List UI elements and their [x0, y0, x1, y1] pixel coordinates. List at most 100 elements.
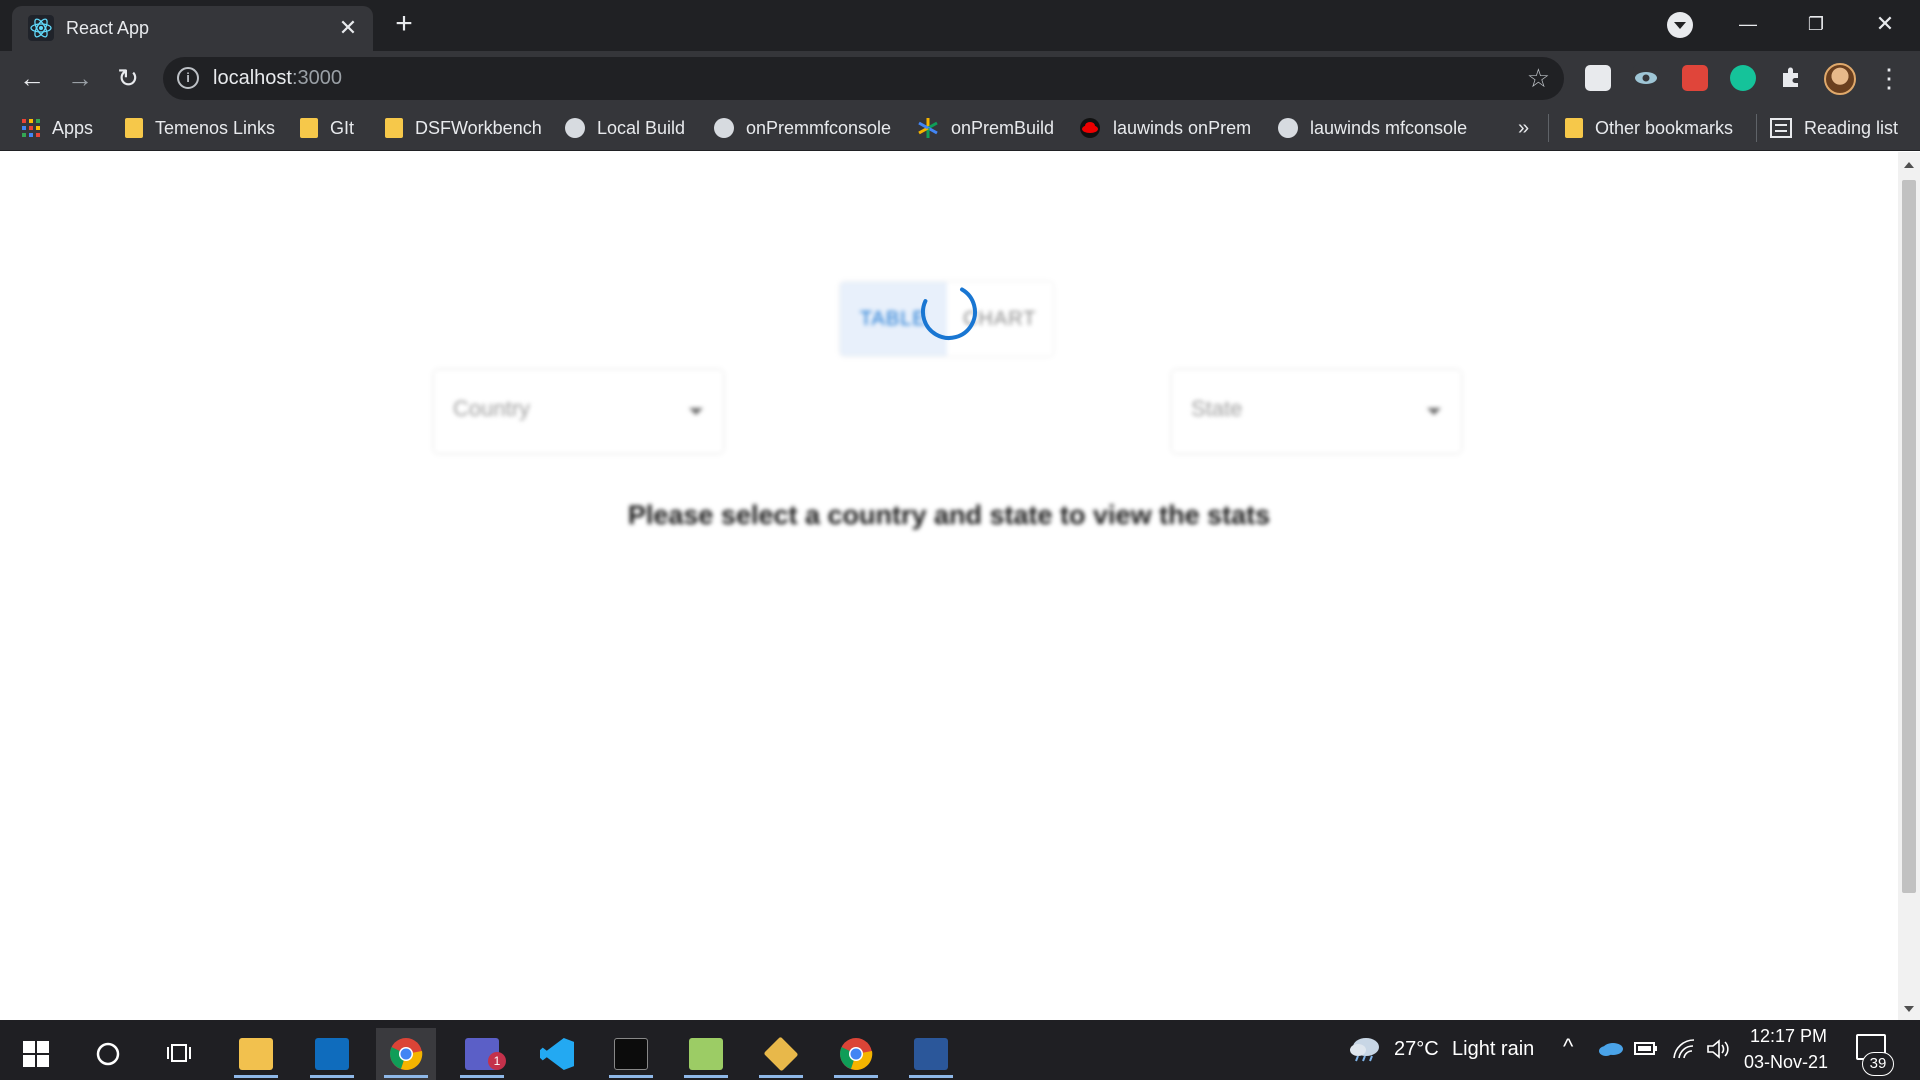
browser-menu-icon[interactable]: ⋮: [1876, 64, 1902, 94]
bookmark-onpremmfconsole[interactable]: onPremmfconsole: [714, 115, 891, 141]
bookmark-label: Temenos Links: [155, 117, 276, 138]
eye-extension-icon[interactable]: [1633, 65, 1659, 91]
bookmark-label: DSFWorkbench: [415, 117, 542, 138]
notification-count-badge: 39: [1862, 1052, 1894, 1076]
scroll-up-arrow-icon[interactable]: [1904, 162, 1914, 168]
windows-taskbar: 1 27°C Light rain ^ 12:17 PM 03-Nov-21 3…: [0, 1020, 1920, 1080]
grammarly-icon[interactable]: [1730, 65, 1756, 91]
tab-search-icon[interactable]: [1667, 12, 1693, 38]
bookmark-dsfworkbench[interactable]: DSFWorkbench: [385, 115, 542, 141]
bookmark-label: GIt: [330, 117, 355, 138]
bookmark-label: lauwinds mfconsole: [1310, 117, 1468, 138]
scroll-down-arrow-icon[interactable]: [1904, 1006, 1914, 1012]
country-select[interactable]: Country: [434, 370, 723, 453]
weather-rain-cloud-icon: [1350, 1038, 1379, 1062]
folder-icon: [300, 118, 318, 138]
chrome-icon[interactable]: [376, 1028, 436, 1080]
search-circle-icon[interactable]: [78, 1028, 138, 1080]
globe-icon: [565, 118, 585, 138]
bookmark-label: onPremBuild: [951, 117, 1055, 138]
outlook-icon[interactable]: [302, 1028, 362, 1080]
onedrive-cloud-icon[interactable]: [1598, 1040, 1624, 1056]
restore-button[interactable]: ❐: [1791, 6, 1841, 42]
word-icon[interactable]: [901, 1028, 961, 1080]
other-bookmarks[interactable]: Other bookmarks: [1565, 115, 1733, 141]
bookmark-lauwinds-onprem[interactable]: lauwinds onPrem: [1079, 115, 1251, 141]
folder-icon: [125, 118, 143, 138]
clock-date[interactable]: 03-Nov-21: [1744, 1052, 1828, 1073]
globe-icon: [1278, 118, 1298, 138]
bookmark-star-icon[interactable]: ☆: [1527, 63, 1550, 93]
extension-puzzle-map-icon[interactable]: [1585, 65, 1611, 91]
apps-grid-icon: [22, 119, 40, 137]
bookmarks-divider: [1756, 114, 1757, 142]
bookmarks-overflow-button[interactable]: »: [1518, 115, 1529, 141]
country-select-placeholder: Country: [453, 396, 531, 421]
tab-title: React App: [66, 18, 150, 38]
browser-tab[interactable]: React App ✕: [12, 6, 373, 51]
bookmark-onprembuild[interactable]: onPremBuild: [917, 115, 1054, 141]
state-select-placeholder: State: [1191, 396, 1243, 421]
chrome-secondary-icon[interactable]: [826, 1028, 886, 1080]
select-prompt-message: Please select a country and state to vie…: [627, 500, 1271, 530]
close-window-button[interactable]: ✕: [1860, 6, 1910, 42]
profile-avatar[interactable]: [1824, 63, 1856, 95]
back-button[interactable]: ←: [14, 60, 50, 96]
volume-icon[interactable]: [1706, 1038, 1730, 1060]
url-host: localhost: [213, 67, 292, 89]
notepad-plus-plus-icon[interactable]: [676, 1028, 736, 1080]
battery-icon[interactable]: [1634, 1038, 1658, 1058]
other-bookmarks-label: Other bookmarks: [1595, 117, 1734, 138]
teams-icon[interactable]: 1: [452, 1028, 512, 1080]
new-tab-button[interactable]: +: [389, 9, 419, 40]
react-logo-icon: [28, 15, 54, 41]
bookmark-apps[interactable]: Apps: [22, 115, 93, 141]
page-scrollbar[interactable]: [1898, 152, 1920, 1020]
bookmarks-divider: [1548, 114, 1549, 142]
chevron-down-icon: [689, 408, 703, 415]
bookmark-label: Apps: [52, 117, 94, 138]
wifi-icon[interactable]: [1672, 1038, 1696, 1060]
bookmark-local-build[interactable]: Local Build: [565, 115, 685, 141]
extensions-puzzle-icon[interactable]: [1778, 65, 1804, 91]
bookmark-label: onPremmfconsole: [746, 117, 892, 138]
reading-list[interactable]: Reading list: [1770, 115, 1898, 141]
weather-condition[interactable]: Light rain: [1452, 1038, 1534, 1061]
redhat-icon: [1080, 118, 1100, 138]
bookmarks-bar: Apps Temenos Links GIt DSFWorkbench Loca…: [0, 105, 1920, 151]
git-tool-icon[interactable]: [751, 1028, 811, 1080]
site-info-icon[interactable]: i: [177, 67, 199, 89]
address-bar[interactable]: i localhost:3000 ☆: [163, 57, 1564, 100]
task-view-icon[interactable]: [150, 1028, 210, 1080]
chevron-down-icon: [1427, 408, 1441, 415]
browser-toolbar: ← → ↻ i localhost:3000 ☆ ⋮: [0, 51, 1920, 105]
tab-close-icon[interactable]: ✕: [334, 14, 362, 42]
windows-start-icon[interactable]: [6, 1028, 66, 1080]
red-extension-icon[interactable]: [1682, 65, 1708, 91]
tray-overflow-chevron-icon[interactable]: ^: [1563, 1034, 1573, 1060]
loading-spinner-icon: [921, 284, 977, 340]
bookmark-lauwinds-mfconsole[interactable]: lauwinds mfconsole: [1278, 115, 1467, 141]
teams-badge: 1: [488, 1052, 506, 1070]
minimize-button[interactable]: —: [1723, 6, 1773, 42]
clock-time[interactable]: 12:17 PM: [1750, 1026, 1827, 1047]
folder-icon: [1565, 118, 1583, 138]
reading-list-icon: [1770, 118, 1792, 138]
browser-tab-strip: React App ✕ + — ❐ ✕: [0, 0, 1920, 51]
weather-temperature[interactable]: 27°C: [1394, 1038, 1439, 1061]
folder-icon: [385, 118, 403, 138]
address-url[interactable]: localhost:3000: [213, 67, 342, 90]
bookmark-temenos-links[interactable]: Temenos Links: [125, 115, 275, 141]
scrollbar-thumb[interactable]: [1902, 180, 1916, 893]
state-select[interactable]: State: [1172, 370, 1461, 453]
bookmark-git[interactable]: GIt: [300, 115, 354, 141]
forward-button[interactable]: →: [62, 60, 98, 96]
reload-button[interactable]: ↻: [110, 60, 146, 96]
app-page: TABLE CHART Country State Please select …: [0, 152, 1898, 1020]
terminal-icon[interactable]: [601, 1028, 661, 1080]
url-port: :3000: [291, 67, 342, 89]
file-explorer-icon[interactable]: [226, 1028, 286, 1080]
vscode-icon[interactable]: [527, 1028, 587, 1080]
reading-list-label: Reading list: [1804, 117, 1899, 138]
bookmark-label: lauwinds onPrem: [1113, 117, 1252, 138]
